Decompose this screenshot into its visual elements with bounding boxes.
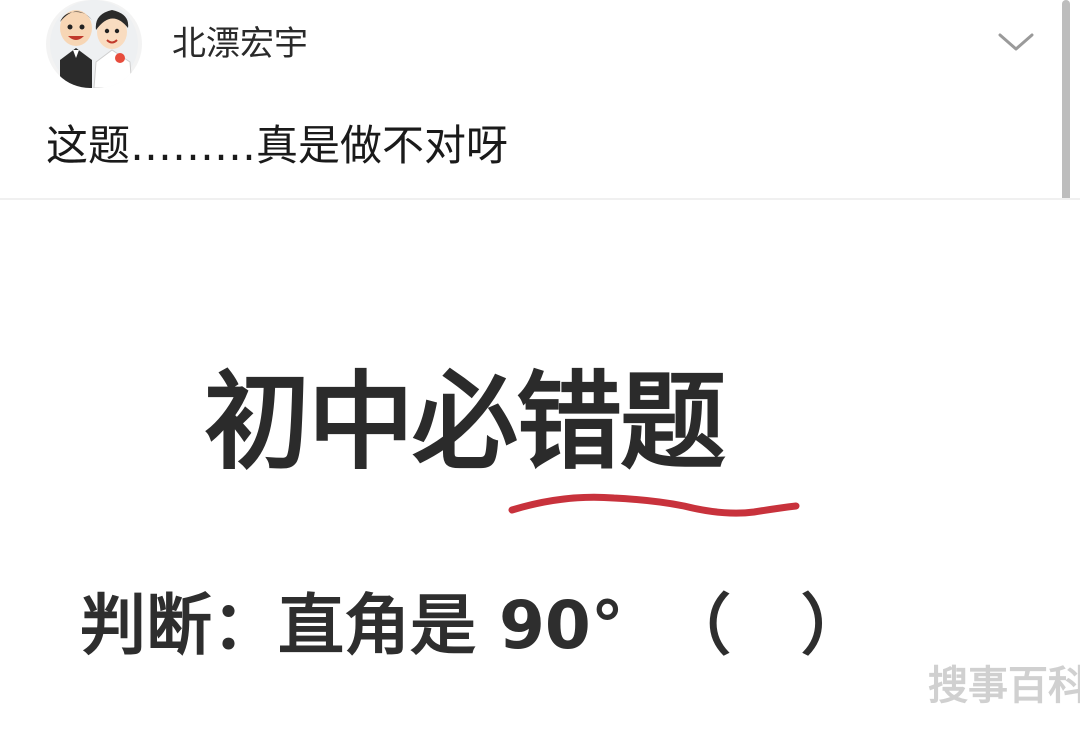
answer-blank: （）	[665, 584, 867, 668]
post-image[interactable]: 初中必错题 判断：直角是 90° （） 搜事百科	[0, 200, 1080, 745]
red-underline-mark	[508, 493, 800, 517]
more-options-button[interactable]	[994, 24, 1038, 60]
post-header: 北漂宏宇	[0, 0, 1080, 88]
chevron-down-icon	[998, 33, 1034, 51]
paren-open: （	[664, 587, 731, 664]
cartoon-couple-avatar-icon	[50, 0, 138, 88]
question-statement: 判断：直角是 90°	[80, 587, 624, 664]
scrollbar[interactable]	[1062, 0, 1070, 205]
paren-close: ）	[800, 587, 867, 664]
watermark: 搜事百科	[928, 663, 1080, 709]
username[interactable]: 北漂宏宇	[172, 22, 308, 66]
avatar[interactable]	[46, 0, 142, 88]
question-text: 判断：直角是 90° （）	[80, 584, 867, 668]
image-title: 初中必错题	[204, 361, 726, 484]
post-text: 这题………真是做不对呀	[46, 121, 509, 170]
